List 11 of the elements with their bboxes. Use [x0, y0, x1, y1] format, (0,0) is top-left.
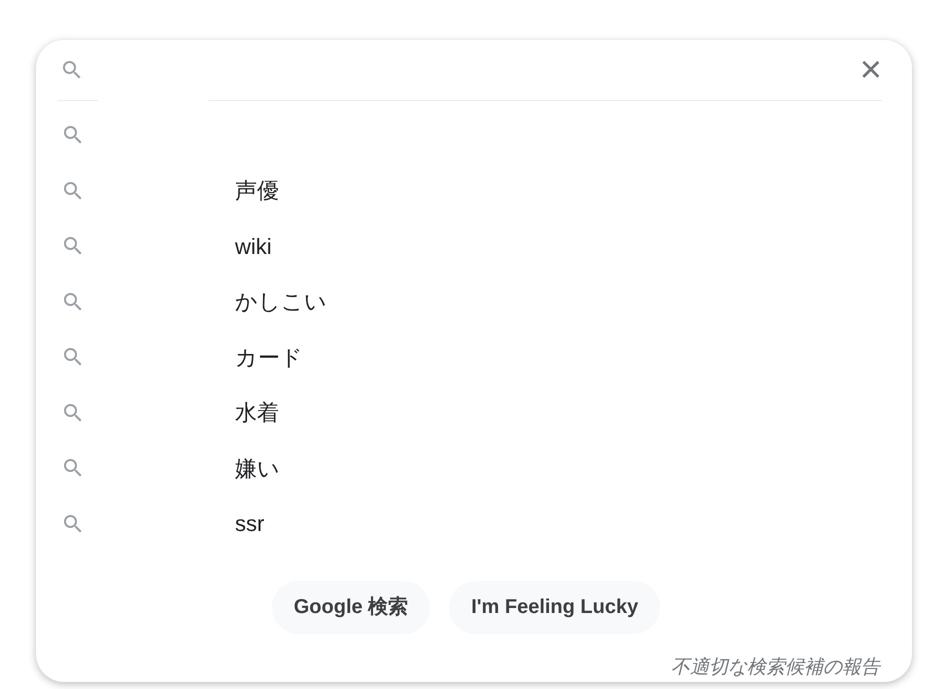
report-link[interactable]: 不適切な検索候補の報告 [671, 654, 880, 682]
suggestion-item[interactable]: カード [235, 340, 303, 374]
suggestion-item[interactable]: 声優 [235, 174, 279, 208]
suggestion-item[interactable]: かしこい [235, 285, 327, 318]
close-button[interactable]: × [860, 50, 882, 89]
suggestion-item[interactable]: 嫌い [235, 452, 280, 485]
search-button[interactable]: Google 検索 [272, 580, 430, 634]
suggestion-item[interactable]: 水着 [235, 396, 279, 430]
suggestion-item[interactable]: ssr [235, 507, 264, 540]
search-button[interactable]: I'm Feeling Lucky [449, 580, 660, 634]
suggestion-item[interactable]: wiki [235, 230, 272, 263]
